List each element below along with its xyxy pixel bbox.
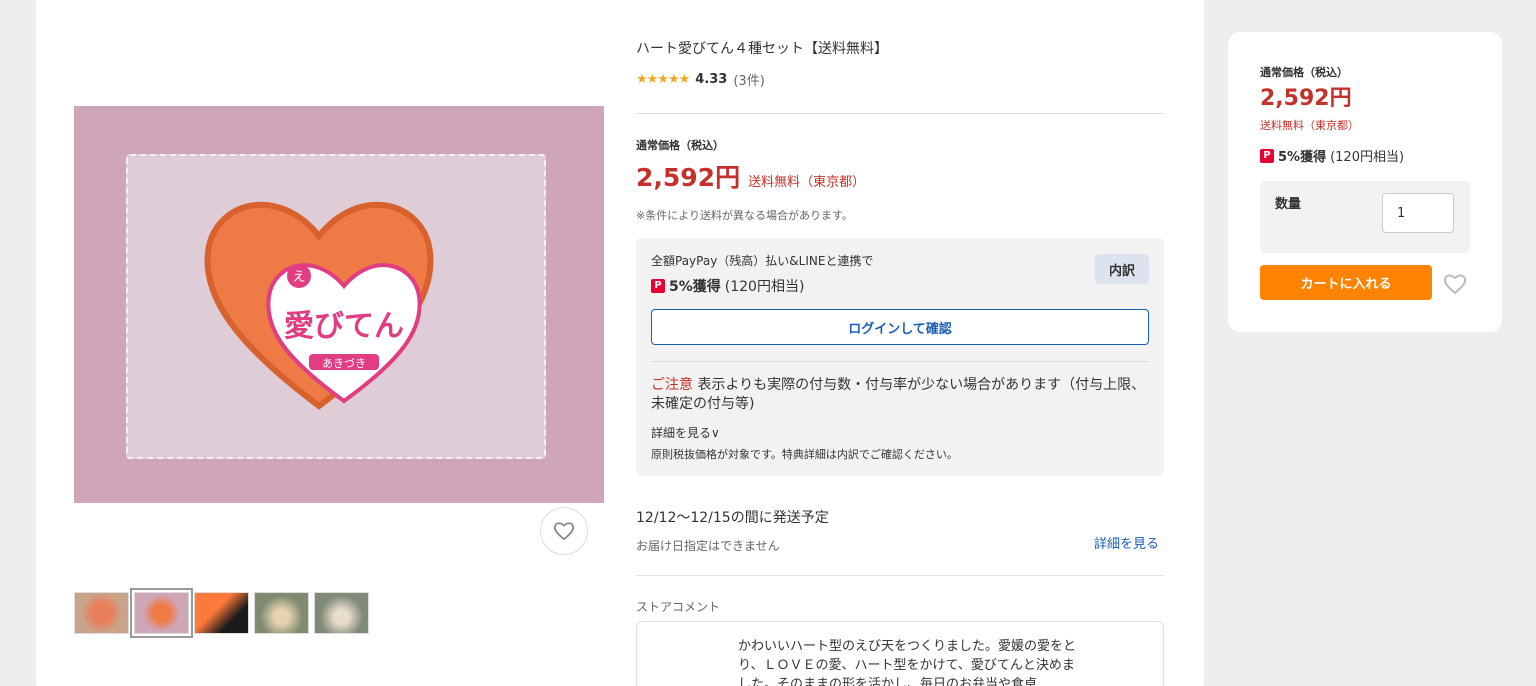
price-label: 通常価格（税込） — [636, 139, 724, 152]
heart-outline-icon — [553, 522, 575, 541]
store-comment-label: ストアコメント — [636, 600, 721, 614]
thumbnail-5[interactable] — [314, 592, 369, 634]
breakdown-button[interactable]: 内訳 — [1095, 254, 1149, 284]
thumbnail-3[interactable] — [194, 592, 249, 634]
paypay-icon: P — [1260, 148, 1274, 163]
rating-stars: ★★★★★ — [636, 72, 690, 87]
rating-row[interactable]: ★★★★★ 4.33 (3件) — [636, 70, 1164, 89]
side-price-label: 通常価格（税込） — [1260, 66, 1348, 79]
thumbnail-1[interactable] — [74, 592, 129, 634]
heart-outline-icon — [1443, 274, 1467, 295]
add-to-cart-button[interactable]: カートに入れる — [1260, 265, 1432, 300]
label-main-text: 愛びてん — [284, 309, 404, 344]
delivery-date-note: お届け日指定はできません — [636, 539, 780, 553]
divider — [651, 361, 1149, 362]
detail-toggle[interactable]: 詳細を見る∨ — [651, 424, 720, 441]
side-shipping: 送料無料（東京都） — [1260, 119, 1359, 132]
favorite-button[interactable] — [540, 507, 588, 555]
quantity-box: 数量 1 — [1260, 181, 1470, 253]
quantity-label: 数量 — [1275, 197, 1302, 212]
rating-value: 4.33 — [695, 72, 728, 87]
thumbnail-strip — [74, 588, 369, 638]
paypay-earn: 5%獲得 — [669, 279, 721, 295]
tax-note: 原則税抜価格が対象です。特典詳細は内訳でご確認ください。 — [651, 448, 958, 461]
side-paypay-row: P 5%獲得 (120円相当) — [1260, 146, 1404, 165]
store-comment-text: かわいいハート型のえび天をつくりました。愛媛の愛をとり、ＬＯＶＥの愛、ハート型を… — [738, 639, 1077, 686]
label-heart-illustration: え 愛びてん あきづき — [266, 263, 422, 404]
label-sub-text: あきづき — [322, 357, 366, 370]
caution-body: 表示よりも実際の付与数・付与率が少ない場合があります（付与上限、未確定の付与等) — [651, 377, 1146, 412]
rating-count[interactable]: (3件) — [733, 70, 764, 89]
price-amount: 2,592円 — [636, 163, 741, 192]
price-row: 2,592円 送料無料（東京都） — [636, 158, 1164, 194]
divider — [636, 113, 1164, 114]
side-price: 2,592円 — [1260, 86, 1352, 111]
paypay-equiv: (120円相当) — [724, 279, 805, 295]
paypay-icon: P — [651, 279, 665, 293]
shipping-note: ※条件により送料が異なる場合があります。 — [636, 209, 853, 222]
paypay-condition: 全額PayPay（残高）払い&LINEと連携で — [651, 254, 874, 268]
caution-text: ご注意 表示よりも実際の付与数・付与率が少ない場合があります（付与上限、未確定の… — [651, 376, 1149, 414]
product-title: ハート愛びてん４種セット【送料無料】 — [636, 41, 888, 57]
caution-prefix: ご注意 — [651, 377, 693, 393]
store-comment-box: かわいいハート型のえび天をつくりました。愛媛の愛をとり、ＬＯＶＥの愛、ハート型を… — [636, 621, 1164, 686]
shipping-date: 12/12～12/15の間に発送予定 — [636, 510, 829, 526]
side-paypay-equiv: (120円相当) — [1330, 150, 1405, 165]
divider — [636, 575, 1164, 576]
side-favorite-button[interactable] — [1441, 270, 1469, 298]
purchase-card: 通常価格（税込） 2,592円 送料無料（東京都） P 5%獲得 (120円相当… — [1228, 32, 1502, 332]
login-confirm-button[interactable]: ログインして確認 — [651, 309, 1149, 345]
paypay-box: 全額PayPay（残高）払い&LINEと連携で P 5%獲得 (120円相当) … — [636, 238, 1164, 476]
paypay-earn-row: P 5%獲得 (120円相当) — [651, 276, 804, 296]
shipping-free: 送料無料（東京都） — [748, 175, 866, 190]
side-paypay-earn: 5%獲得 — [1278, 150, 1327, 165]
product-main-image[interactable]: え 愛びてん あきづき — [74, 106, 604, 503]
shipping-detail-link[interactable]: 詳細を見る — [1094, 533, 1159, 552]
quantity-input[interactable]: 1 — [1382, 193, 1454, 233]
thumbnail-2[interactable] — [130, 588, 193, 638]
label-small-text: え — [292, 270, 305, 285]
thumbnail-4[interactable] — [254, 592, 309, 634]
